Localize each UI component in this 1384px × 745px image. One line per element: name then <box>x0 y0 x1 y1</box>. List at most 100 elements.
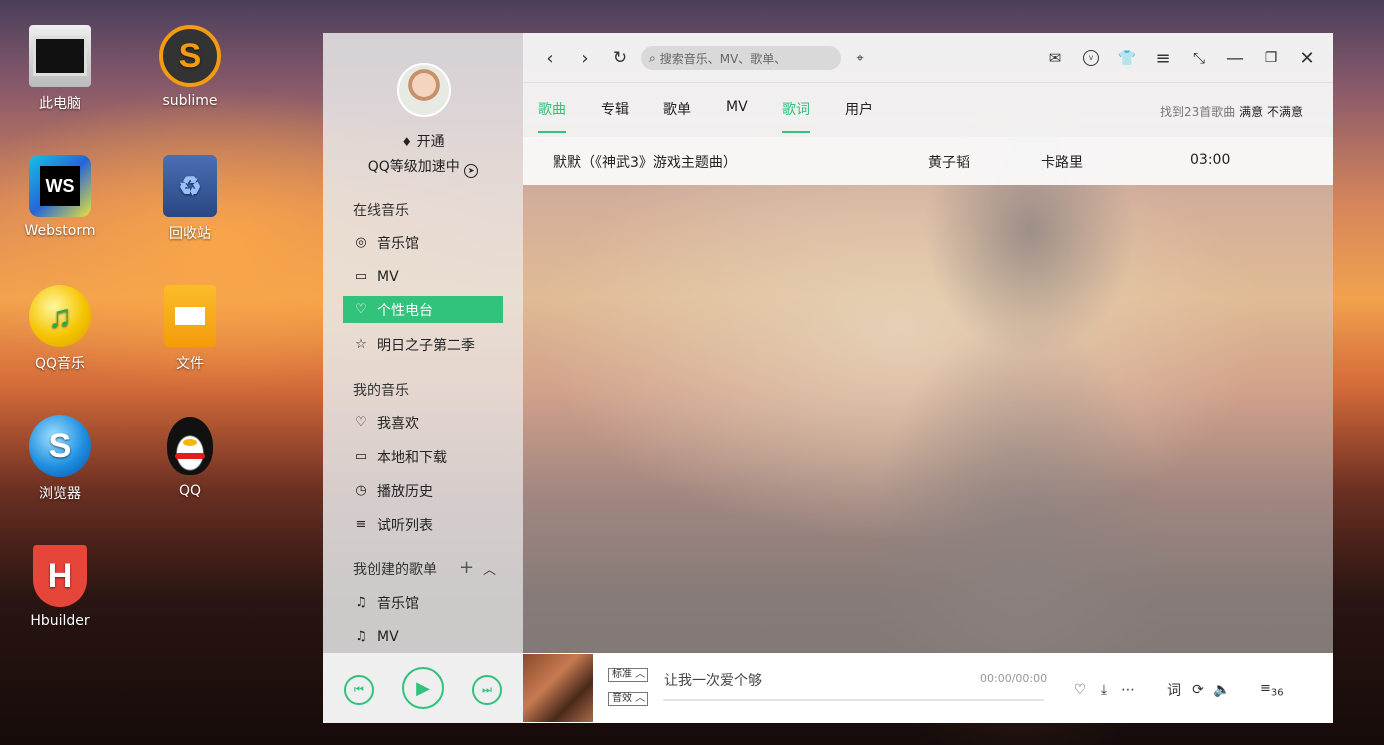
music-note-icon: ♫ <box>355 629 367 644</box>
search-box[interactable]: ⌕ 搜索音乐、MV、歌单、 <box>641 46 841 70</box>
heart-icon: ♡ <box>355 415 367 430</box>
song-artist[interactable]: 黄子韬 <box>928 152 970 172</box>
close-button[interactable]: ✕ <box>1296 47 1318 69</box>
download-icon[interactable]: ⤓ <box>1095 681 1113 699</box>
desktop-icon-label: QQ音乐 <box>34 356 86 372</box>
desktop-icon-qq-music[interactable]: ♫ QQ音乐 <box>5 285 115 373</box>
desktop-icon-hbuilder[interactable]: H Hbuilder <box>5 545 115 629</box>
topbar: ‹ › ↻ ⌕ 搜索音乐、MV、歌单、 ⌖ ✉ V 👕 ≡ ⤡ — ❐ ✕ <box>523 33 1333 83</box>
playback-controls: ⏮ ▶ ⏭ <box>323 653 523 723</box>
like-heart-icon[interactable]: ♡ <box>1071 681 1089 699</box>
unsatisfied-button[interactable]: 不满意 <box>1267 105 1303 119</box>
sidebar-item-history[interactable]: ◷ 播放历史 <box>343 477 503 504</box>
sidebar-item-my-favorites[interactable]: ♡ 我喜欢 <box>343 409 503 436</box>
main-panel: ‹ › ↻ ⌕ 搜索音乐、MV、歌单、 ⌖ ✉ V 👕 ≡ ⤡ — ❐ ✕ 歌曲… <box>523 33 1333 653</box>
song-title[interactable]: 默默（《神武3》游戏主题曲） <box>553 152 737 172</box>
browser-icon: S <box>29 415 91 477</box>
desktop-icon-sublime[interactable]: S sublime <box>135 25 245 109</box>
tab-playlists[interactable]: 歌单 <box>663 99 691 131</box>
tab-songs[interactable]: 歌曲 <box>538 99 566 133</box>
webstorm-icon: WS <box>29 155 91 217</box>
recycle-bin-icon: ♻ <box>163 155 217 217</box>
desktop-icon-label: sublime <box>162 93 218 109</box>
satisfied-button[interactable]: 满意 <box>1239 105 1263 119</box>
avatar[interactable] <box>397 63 451 117</box>
desktop-icon-label: QQ <box>178 483 202 499</box>
tab-mv[interactable]: MV <box>726 99 748 127</box>
sidebar-item-music-hall[interactable]: ◎ 音乐馆 <box>343 229 503 256</box>
section-online-music: 在线音乐 <box>353 203 409 219</box>
mail-icon[interactable]: ✉ <box>1044 47 1066 69</box>
result-count: 找到23首歌曲 <box>1160 105 1236 119</box>
sidebar-item-local-downloads[interactable]: ▭ 本地和下载 <box>343 443 503 470</box>
desktop-icon-label: Webstorm <box>24 223 96 239</box>
music-note-icon: ♫ <box>355 595 367 610</box>
sidebar-item-mv[interactable]: ▭ MV <box>343 263 503 290</box>
sidebar-item-trial-list[interactable]: ≡ 试听列表 <box>343 511 503 538</box>
notebook-icon <box>164 285 216 347</box>
lyrics-button[interactable]: 词 <box>1165 681 1183 699</box>
vip-open-button[interactable]: ♦ 开通 <box>323 131 523 151</box>
more-icon[interactable]: ⋯ <box>1119 681 1137 699</box>
playlist-queue-icon: ≡ <box>1260 681 1271 696</box>
search-tabs: 歌曲 专辑 歌单 MV 歌词 用户 找到23首歌曲 满意 不满意 <box>523 83 1333 137</box>
playlist-queue-button[interactable]: ≡36 <box>1260 681 1284 699</box>
playback-time: 00:00/00:00 <box>980 672 1048 685</box>
tab-users[interactable]: 用户 <box>845 99 873 131</box>
maximize-button[interactable]: ❐ <box>1260 47 1282 69</box>
desktop-icon-files[interactable]: 文件 <box>135 285 245 373</box>
desktop-icon-recycle-bin[interactable]: ♻ 回收站 <box>135 155 245 243</box>
loop-mode-icon[interactable]: ⟳ <box>1189 681 1207 699</box>
level-speed-status[interactable]: QQ等级加速中 ➤ <box>323 156 523 178</box>
sound-effect-select[interactable]: 音效 ︿ <box>608 692 648 706</box>
clock-icon: ◷ <box>355 483 367 498</box>
song-duration: 03:00 <box>1190 152 1231 168</box>
qq-music-window: ♦ 开通 QQ等级加速中 ➤ 在线音乐 ◎ 音乐馆 ▭ MV ♡ 个性电台 ☆ 明日之子… <box>323 33 1333 723</box>
desktop-icon-qq[interactable]: QQ <box>135 415 245 499</box>
song-album[interactable]: 卡路里 <box>1041 152 1083 172</box>
desktop-icon-label: Hbuilder <box>30 613 90 629</box>
mini-mode-icon[interactable]: ⤡ <box>1188 47 1210 69</box>
menu-icon[interactable]: ≡ <box>1152 47 1174 69</box>
radio-heart-icon: ♡ <box>355 302 367 317</box>
section-created-playlists: 我创建的歌单 <box>353 562 437 578</box>
desktop-icon-label: 此电脑 <box>39 96 81 112</box>
refresh-button[interactable]: ↻ <box>609 47 631 69</box>
back-button[interactable]: ‹ <box>539 47 561 69</box>
sidebar-item-playlist-music-hall[interactable]: ♫ 音乐馆 <box>343 589 503 616</box>
add-playlist-button[interactable]: + <box>459 557 474 578</box>
desktop-icon-browser[interactable]: S 浏览器 <box>5 415 115 503</box>
compass-icon: ➤ <box>464 164 479 178</box>
sidebar-item-personal-radio[interactable]: ♡ 个性电台 <box>343 296 503 323</box>
search-input[interactable]: 搜索音乐、MV、歌单、 <box>660 50 787 67</box>
tab-lyrics[interactable]: 歌词 <box>782 99 810 133</box>
previous-button[interactable]: ⏮ <box>344 675 374 705</box>
progress-bar[interactable] <box>663 699 1044 701</box>
qq-music-icon: ♫ <box>29 285 91 347</box>
minimize-button[interactable]: — <box>1224 47 1246 69</box>
album-cover[interactable] <box>523 654 593 722</box>
forward-button[interactable]: › <box>574 47 596 69</box>
sublime-icon: S <box>159 25 221 87</box>
sidebar-item-playlist-mv[interactable]: ♫ MV <box>343 623 503 650</box>
play-button[interactable]: ▶ <box>402 667 444 709</box>
volume-icon[interactable]: 🔈 <box>1213 681 1231 699</box>
desktop-icon-computer[interactable]: 此电脑 <box>5 25 115 113</box>
sidebar-item-tomorrow-star[interactable]: ☆ 明日之子第二季 <box>343 331 503 358</box>
now-playing-title: 让我一次爱个够 <box>664 673 762 689</box>
qq-penguin-icon <box>159 415 221 477</box>
next-button[interactable]: ⏭ <box>472 675 502 705</box>
desktop-icon-webstorm[interactable]: WS Webstorm <box>5 155 115 239</box>
table-row[interactable]: 默默（《神武3》游戏主题曲） 黄子韬 卡路里 03:00 <box>523 137 1333 185</box>
star-icon: ☆ <box>355 337 367 352</box>
skin-shirt-icon[interactable]: 👕 <box>1116 47 1138 69</box>
vip-icon[interactable]: V <box>1080 47 1102 69</box>
quality-select[interactable]: 标准 ︿ <box>608 668 648 682</box>
section-my-music: 我的音乐 <box>353 383 409 399</box>
location-pin-icon[interactable]: ⌖ <box>849 47 871 69</box>
tab-albums[interactable]: 专辑 <box>601 99 629 131</box>
video-icon: ▭ <box>354 269 368 284</box>
computer-icon <box>29 25 91 87</box>
chevron-up-icon[interactable]: ︿ <box>483 559 496 578</box>
desktop-icon-label: 浏览器 <box>39 486 81 502</box>
